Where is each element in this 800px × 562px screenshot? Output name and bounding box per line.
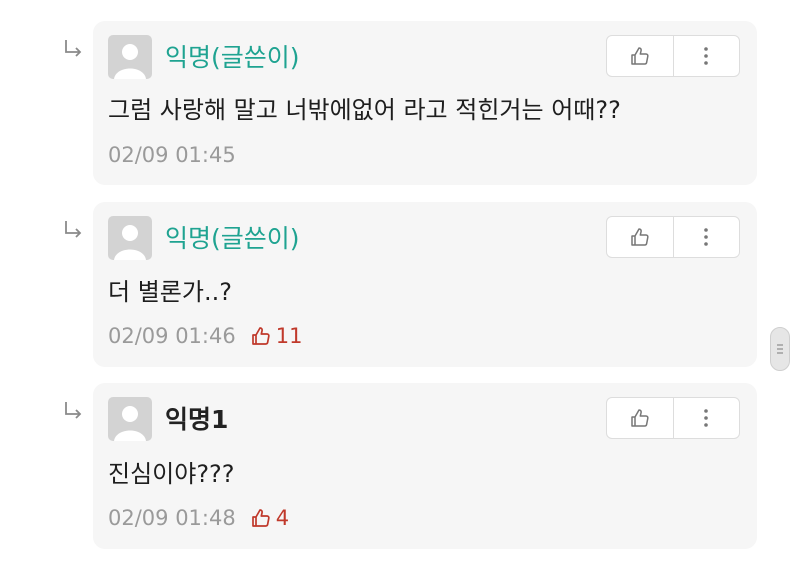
like-count-value: 11 <box>275 324 303 348</box>
more-vertical-icon <box>704 47 709 65</box>
comment-time: 02/09 01:48 <box>108 506 236 530</box>
comment-actions <box>606 216 740 258</box>
default-avatar-icon <box>108 216 152 260</box>
like-button[interactable] <box>607 398 673 438</box>
more-button[interactable] <box>672 36 740 76</box>
comment-meta: 02/09 01:45 <box>108 143 236 167</box>
comment-meta: 02/09 01:46 11 <box>108 324 302 348</box>
like-count: 11 <box>250 324 303 348</box>
like-button[interactable] <box>607 217 673 257</box>
comment-actions <box>606 397 740 439</box>
more-vertical-icon <box>704 228 709 246</box>
comment-author[interactable]: 익명(글쓴이) <box>165 44 300 72</box>
default-avatar-icon <box>108 35 152 79</box>
comment-thread: 익명(글쓴이) 그럼 사랑해 말고 너밖에없어 라고 적힌거는 어때?? 02/… <box>0 0 800 562</box>
comment-meta: 02/09 01:48 4 <box>108 506 289 530</box>
comment-author[interactable]: 익명(글쓴이) <box>165 225 300 253</box>
reply-arrow-icon <box>65 221 82 238</box>
comment-card: 익명(글쓴이) 그럼 사랑해 말고 너밖에없어 라고 적힌거는 어때?? 02/… <box>93 21 757 185</box>
more-button[interactable] <box>672 217 740 257</box>
comment-time: 02/09 01:46 <box>108 324 236 348</box>
comment-text: 더 별론가..? <box>108 278 232 306</box>
scrollbar-handle[interactable] <box>770 327 790 371</box>
comment-actions <box>606 35 740 77</box>
reply-arrow-icon <box>65 402 82 419</box>
thumbs-up-icon <box>631 409 649 427</box>
comment-time: 02/09 01:45 <box>108 143 236 167</box>
comment-text: 그럼 사랑해 말고 너밖에없어 라고 적힌거는 어때?? <box>108 96 621 124</box>
thumbs-up-icon <box>631 47 649 65</box>
thumbs-up-icon <box>251 327 270 345</box>
like-count: 4 <box>250 506 289 530</box>
comment-text: 진심이야??? <box>108 460 235 488</box>
thumbs-up-icon <box>631 228 649 246</box>
comment-card: 익명1 진심이야??? 02/09 01:48 4 <box>93 383 757 549</box>
like-button[interactable] <box>607 36 673 76</box>
reply-arrow-icon <box>65 40 82 57</box>
like-count-value: 4 <box>275 506 290 530</box>
grip-icon <box>777 344 783 354</box>
comment-card: 익명(글쓴이) 더 별론가..? 02/09 01:46 11 <box>93 202 757 367</box>
more-button[interactable] <box>672 398 740 438</box>
thumbs-up-icon <box>251 509 270 527</box>
comment-author[interactable]: 익명1 <box>165 406 228 434</box>
default-avatar-icon <box>108 397 152 441</box>
more-vertical-icon <box>704 409 709 427</box>
